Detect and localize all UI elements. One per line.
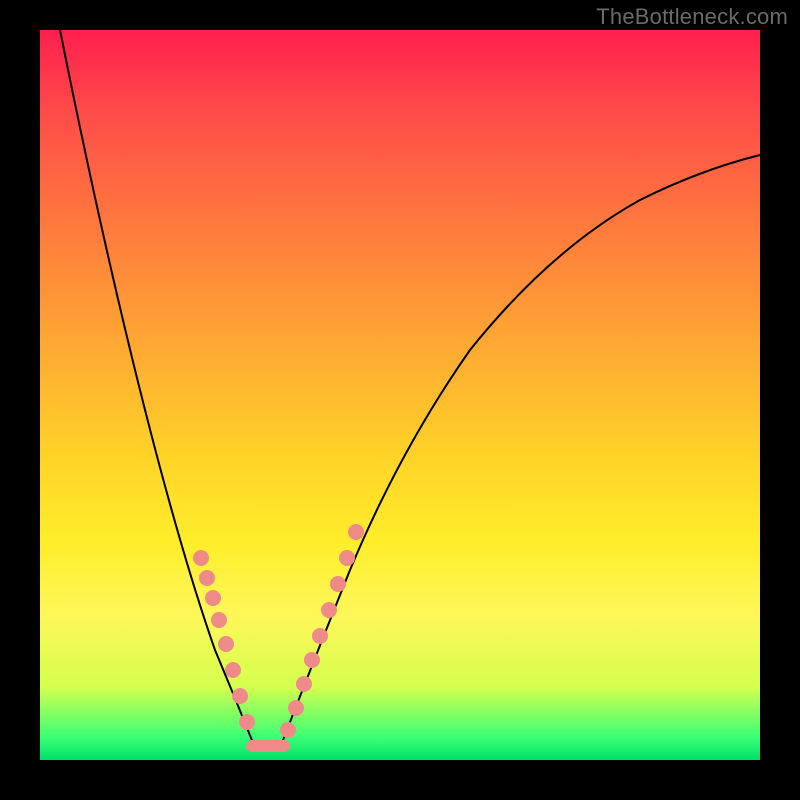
chart-frame: TheBottleneck.com	[0, 0, 800, 800]
marker-dot	[312, 628, 328, 644]
marker-dot	[199, 570, 215, 586]
marker-dot	[211, 612, 227, 628]
marker-dot	[304, 652, 320, 668]
right-curve	[280, 155, 760, 748]
marker-dot	[348, 524, 364, 540]
marker-dot	[330, 576, 346, 592]
marker-dot	[218, 636, 234, 652]
marker-dot	[193, 550, 209, 566]
marker-dot	[339, 550, 355, 566]
marker-dot	[321, 602, 337, 618]
marker-dot	[280, 722, 296, 738]
marker-dot	[205, 590, 221, 606]
marker-dot	[225, 662, 241, 678]
marker-dot	[288, 700, 304, 716]
watermark-text: TheBottleneck.com	[596, 4, 788, 30]
marker-dot	[239, 714, 255, 730]
marker-dot	[296, 676, 312, 692]
chart-svg	[40, 30, 760, 760]
marker-dot	[232, 688, 248, 704]
plot-area	[40, 30, 760, 760]
